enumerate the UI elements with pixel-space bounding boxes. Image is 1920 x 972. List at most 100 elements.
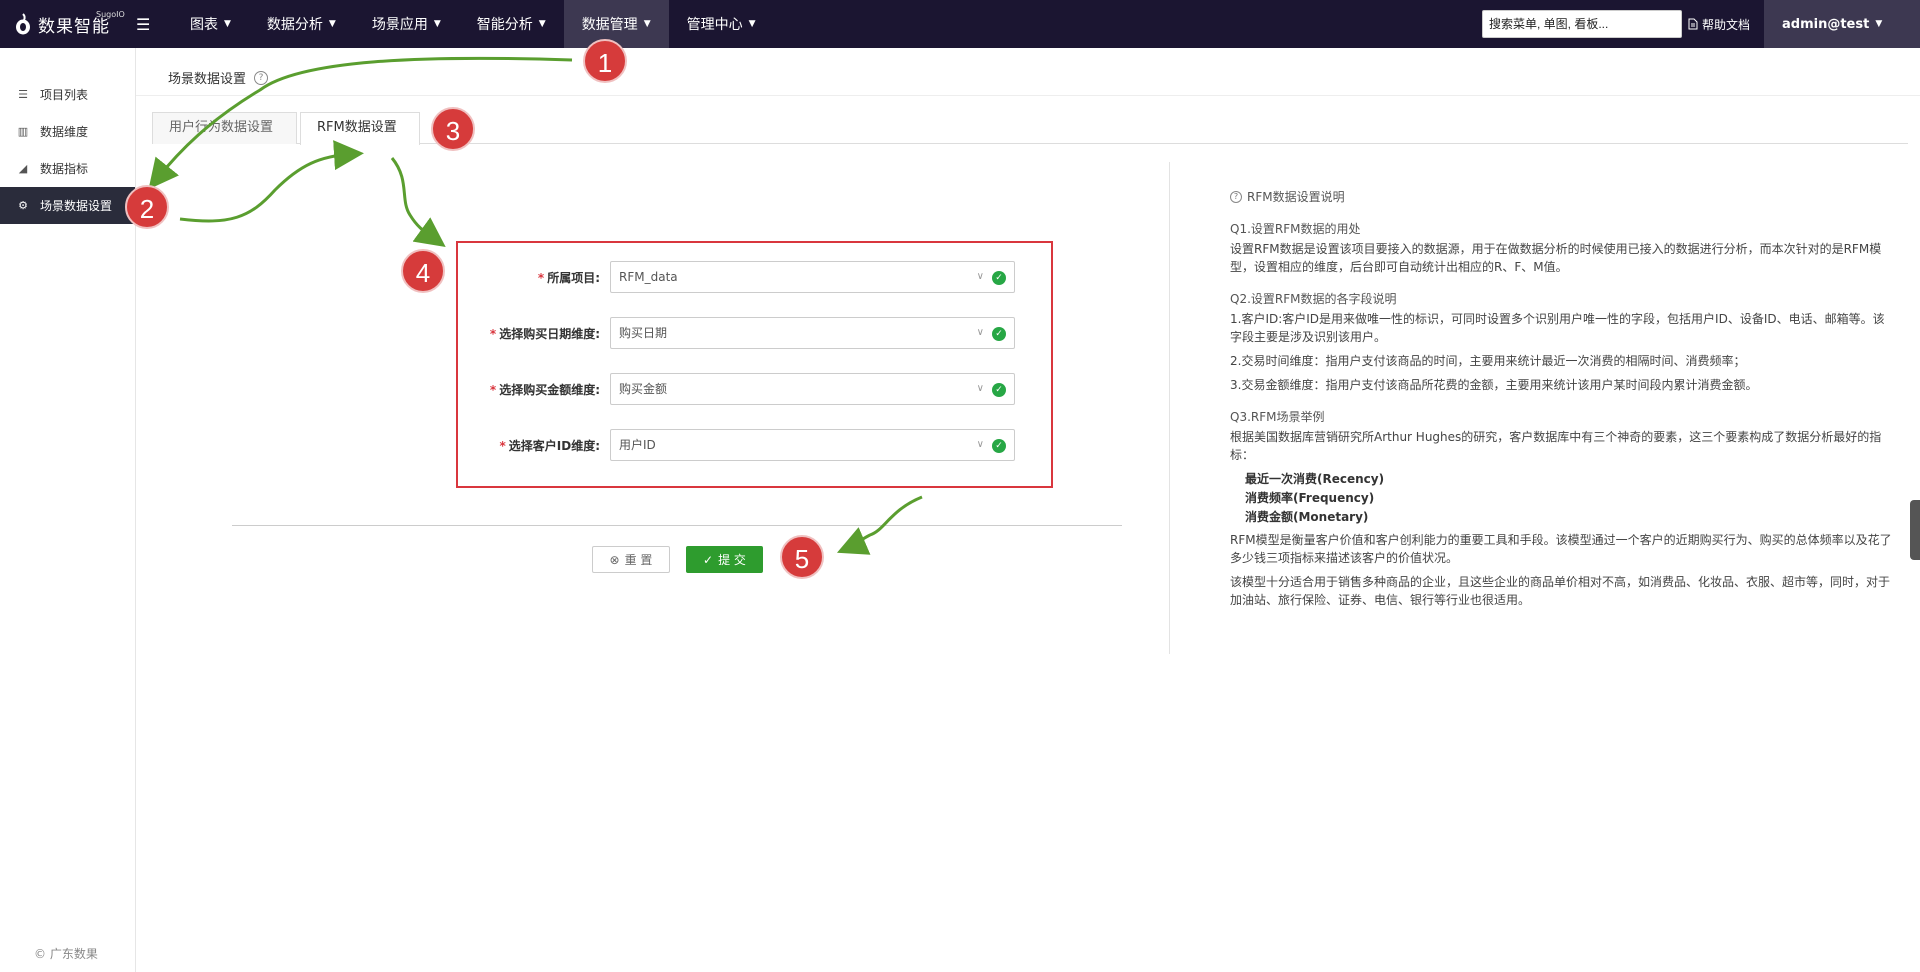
tab-rfm[interactable]: RFM数据设置 <box>300 112 420 145</box>
help-q2-p3: 3.交易金额维度：指用户支付该商品所花费的金额，主要用来统计该用户某时间段内累计… <box>1230 378 1758 392</box>
nav-smart-analysis[interactable]: 智能分析 ▼ <box>459 0 564 48</box>
field-label-text: 选择购买金额维度: <box>499 382 600 397</box>
top-navbar: 数果智能 SugoIO ☰ 图表 ▼ 数据分析 ▼ 场景应用 ▼ 智能分析 ▼ 数据管理… <box>0 0 1920 48</box>
area-chart-icon: ◢ <box>18 162 28 175</box>
chevron-down-icon: ∨ <box>976 383 984 394</box>
field-label: * 选择购买日期维度: <box>458 325 606 342</box>
help-title: ? RFM数据设置说明 <box>1230 188 1896 206</box>
help-q2-p2: 2.交易时间维度：指用户支付该商品的时间，主要用来统计最近一次消费的相隔时间、消… <box>1230 354 1746 368</box>
nav-label: 智能分析 <box>476 17 533 33</box>
search-input[interactable]: 搜索菜单, 单图, 看板... <box>1481 10 1682 38</box>
sidebar-item-scene-settings[interactable]: ⚙ 场景数据设置 <box>0 187 135 224</box>
check-circle-icon: ✓ <box>992 439 1006 453</box>
document-icon <box>1688 18 1698 30</box>
tab-user-behavior[interactable]: 用户行为数据设置 <box>152 112 297 144</box>
project-select[interactable]: RFM_data ∨ ✓ <box>610 261 1015 293</box>
check-circle-icon: ✓ <box>992 271 1006 285</box>
check-circle-icon: ✓ <box>992 383 1006 397</box>
check-icon: ✓ <box>703 552 714 567</box>
help-q2: Q2.设置RFM数据的各字段说明 <box>1230 292 1397 306</box>
logo[interactable]: 数果智能 SugoIO <box>0 9 130 37</box>
page-title: 场景数据设置 ? <box>168 68 269 87</box>
submit-label: 提 交 <box>718 553 746 567</box>
submit-button[interactable]: ✓ 提 交 <box>686 546 763 573</box>
copyright: © 广东数果 <box>34 947 98 961</box>
sidebar: ☰ 项目列表 ▥ 数据维度 ◢ 数据指标 ⚙ 场景数据设置 © 广东数果 <box>0 48 136 972</box>
select-value: 购买金额 <box>619 382 668 396</box>
sidebar-item-metrics[interactable]: ◢ 数据指标 <box>0 150 135 187</box>
question-icon[interactable]: ? <box>254 70 269 85</box>
form-row-purchase-amount: * 选择购买金额维度: 购买金额 ∨ ✓ <box>458 373 1055 405</box>
nav-label: 场景应用 <box>371 17 428 33</box>
select-value: RFM_data <box>619 270 678 284</box>
step-badge-1: 1 <box>583 39 627 83</box>
reset-button[interactable]: ⊗ 重 置 <box>592 546 670 573</box>
field-label-text: 选择客户ID维度: <box>508 438 600 453</box>
rfm-form-highlight: * 所属项目: RFM_data ∨ ✓ * 选择购买日期维度: 购买日期 ∨ ✓ * 选择购… <box>456 241 1053 488</box>
required-mark: * <box>537 270 545 285</box>
question-icon: ? <box>1230 191 1242 203</box>
help-q1-text: 设置RFM数据是设置该项目要接入的数据源，用于在做数据分析的时候使用已接入的数据… <box>1230 242 1882 274</box>
arrow-2-to-3 <box>179 140 364 223</box>
chevron-down-icon: ▼ <box>643 19 651 29</box>
form-row-purchase-date: * 选择购买日期维度: 购买日期 ∨ ✓ <box>458 317 1055 349</box>
step-badge-3: 3 <box>431 107 475 151</box>
chevron-down-icon: ∨ <box>976 271 984 282</box>
sidebar-item-dimensions[interactable]: ▥ 数据维度 <box>0 113 135 150</box>
customer-id-select[interactable]: 用户ID ∨ ✓ <box>610 429 1015 461</box>
nav-data-management[interactable]: 数据管理 ▼ <box>563 0 669 48</box>
nav-label: 数据管理 <box>581 17 638 33</box>
nav-admin-center[interactable]: 管理中心 ▼ <box>669 0 774 48</box>
scrollbar-thumb[interactable] <box>1910 500 1920 560</box>
help-q1: Q1.设置RFM数据的用处 <box>1230 222 1361 236</box>
nav-scene-apps[interactable]: 场景应用 ▼ <box>354 0 459 48</box>
purchase-amount-select[interactable]: 购买金额 ∨ ✓ <box>610 373 1015 405</box>
help-usage-text: 该模型十分适合用于销售多种商品的企业，且这些企业的商品单价相对不高，如消费品、化… <box>1230 575 1891 607</box>
help-q3: Q3.RFM场景举例 <box>1230 410 1325 424</box>
select-value: 用户ID <box>619 438 656 452</box>
required-mark: * <box>489 382 497 397</box>
chevron-down-icon: ▼ <box>433 19 441 29</box>
field-label-text: 所属项目: <box>547 270 600 285</box>
chevron-down-icon: ▼ <box>328 19 336 29</box>
field-label: * 选择购买金额维度: <box>458 381 606 398</box>
rfm-help-panel: ? RFM数据设置说明 Q1.设置RFM数据的用处 设置RFM数据是设置该项目要接… <box>1230 188 1896 609</box>
sidebar-item-project-list[interactable]: ☰ 项目列表 <box>0 76 135 113</box>
chevron-down-icon: ▼ <box>1875 19 1883 29</box>
required-mark: * <box>489 326 497 341</box>
purchase-date-select[interactable]: 购买日期 ∨ ✓ <box>610 317 1015 349</box>
username: admin@test <box>1782 16 1870 32</box>
chevron-down-icon: ∨ <box>976 327 984 338</box>
user-menu[interactable]: admin@test ▼ <box>1764 0 1920 48</box>
logo-superscript: SugoIO <box>96 9 125 19</box>
page-title-text: 场景数据设置 <box>168 72 247 87</box>
list-icon: ☰ <box>18 88 28 101</box>
chevron-down-icon: ▼ <box>224 19 231 29</box>
nav-label: 数据分析 <box>266 17 323 33</box>
help-label: 帮助文档 <box>1701 17 1750 32</box>
field-label: * 所属项目: <box>458 269 606 286</box>
sidebar-item-label: 项目列表 <box>40 88 89 102</box>
check-circle-icon: ✓ <box>992 327 1006 341</box>
sidebar-item-label: 数据指标 <box>40 162 89 176</box>
menu-toggle-icon[interactable]: ☰ <box>136 15 156 34</box>
arrow-3-to-4 <box>390 157 446 248</box>
metric-frequency: 消费频率(Frequency) <box>1245 491 1375 505</box>
nav-data-analysis[interactable]: 数据分析 ▼ <box>249 0 354 48</box>
required-mark: * <box>499 438 506 453</box>
reset-label: 重 置 <box>624 553 653 567</box>
help-docs-link[interactable]: 帮助文档 <box>1688 16 1750 33</box>
step-badge-4: 4 <box>401 249 445 293</box>
select-value: 购买日期 <box>619 326 668 340</box>
chevron-down-icon: ▼ <box>748 19 756 29</box>
nav-charts[interactable]: 图表 ▼ <box>172 0 249 48</box>
sidebar-item-label: 数据维度 <box>40 125 89 139</box>
step-badge-2: 2 <box>125 185 169 229</box>
field-label-text: 选择购买日期维度: <box>499 326 600 341</box>
form-row-project: * 所属项目: RFM_data ∨ ✓ <box>458 261 1055 293</box>
nav-label: 管理中心 <box>686 17 743 33</box>
nav-label: 图表 <box>190 17 218 33</box>
help-q3-text: 根据美国数据库营销研究所Arthur Hughes的研究，客户数据库中有三个神奇… <box>1230 430 1882 462</box>
field-label: * 选择客户ID维度: <box>458 437 606 454</box>
help-title-text: RFM数据设置说明 <box>1247 190 1345 204</box>
